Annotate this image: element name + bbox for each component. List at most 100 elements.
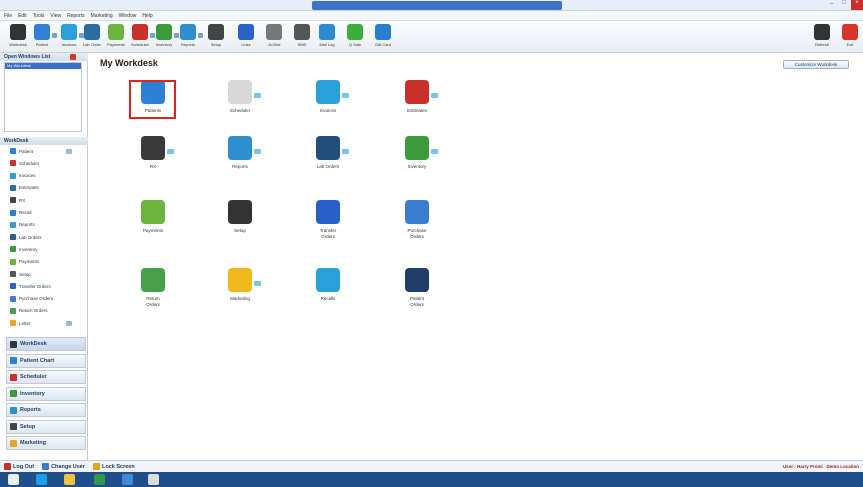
selection-highlight xyxy=(129,80,176,119)
setup-icon xyxy=(228,200,252,224)
dropdown-arrow-icon[interactable] xyxy=(254,281,261,286)
workdesk-item-patient[interactable]: Patient xyxy=(10,147,72,155)
nav-setup[interactable]: Setup xyxy=(6,419,86,434)
workdesk-item-icon xyxy=(10,209,16,216)
app-rx[interactable]: RX xyxy=(123,136,183,186)
menu-file[interactable]: File xyxy=(4,13,12,19)
q-sale-icon xyxy=(347,24,363,40)
app-window-icon[interactable] xyxy=(148,474,159,485)
workdesk-item-reports[interactable]: Reports xyxy=(10,221,35,229)
app-invoices[interactable]: Invoices xyxy=(298,80,358,130)
app-setup[interactable]: Setup xyxy=(210,200,270,250)
app-label: Payments xyxy=(142,228,163,233)
app-marketing[interactable]: Marketing xyxy=(210,268,270,318)
workdesk-item-inventory[interactable]: Inventory xyxy=(10,245,38,253)
inventory-icon xyxy=(405,136,429,160)
scheduler-icon xyxy=(228,80,252,104)
workdesk-item-payments[interactable]: Payments xyxy=(10,258,39,266)
nav-inventory[interactable]: Inventory xyxy=(6,386,86,401)
nav-workdesk[interactable]: WorkDesk xyxy=(6,337,86,351)
workdesk-item-estimates[interactable]: Estimates xyxy=(10,184,39,192)
dropdown-arrow-icon[interactable] xyxy=(66,320,72,326)
change-user-button[interactable]: Change User xyxy=(42,463,85,470)
toolbar-patient-button[interactable]: Patient xyxy=(30,23,54,51)
return-orders-icon xyxy=(141,268,165,292)
open-window-my-workdesk[interactable]: My Workdesk xyxy=(5,63,81,69)
toolbar-mail-button[interactable]: Mail Log xyxy=(315,23,339,51)
workdesk-item-lab-orders[interactable]: Lab Orders xyxy=(10,233,42,241)
toolbar-gift-card-button[interactable]: Gift Card xyxy=(371,23,395,51)
browser-icon[interactable] xyxy=(36,474,47,485)
change-user-icon xyxy=(42,463,50,470)
dropdown-arrow-icon[interactable] xyxy=(342,149,349,154)
nav-scheduler[interactable]: Scheduler xyxy=(6,370,86,384)
logout-button[interactable]: Log Out xyxy=(4,463,34,470)
window-title-bar: – □ × xyxy=(0,0,863,11)
app-reports[interactable]: Reports xyxy=(210,136,270,186)
workdesk-panel-title: WorkDesk xyxy=(0,137,88,145)
menu-marketing[interactable]: Marketing xyxy=(91,13,113,19)
refresh-icon xyxy=(814,24,830,40)
app-recalls[interactable]: Recalls xyxy=(298,268,358,318)
toolbar-reports-button[interactable]: Reports xyxy=(176,23,200,51)
dropdown-arrow-icon[interactable] xyxy=(198,33,203,38)
app-inventory[interactable]: Inventory xyxy=(387,136,447,186)
customize-workdesk-button[interactable]: Customize Workdesk xyxy=(783,60,849,69)
app-patient-orders[interactable]: Patient Orders xyxy=(387,268,447,318)
nav-marketing[interactable]: Marketing xyxy=(6,436,86,450)
app-return-orders[interactable]: Return Orders xyxy=(123,268,183,318)
toolbar-clock-button[interactable]: Jio'Dial xyxy=(262,23,286,51)
menu-reports[interactable]: Reports xyxy=(67,13,85,19)
workdesk-item-letter[interactable]: Letter xyxy=(10,319,72,327)
dropdown-arrow-icon[interactable] xyxy=(431,149,438,154)
workdesk-item-return-orders[interactable]: Return Orders xyxy=(10,307,48,315)
workdesk-item-recall[interactable]: Recall xyxy=(10,209,32,217)
toolbar-exit-button[interactable]: Exit xyxy=(838,23,862,51)
remote-connection-bar[interactable] xyxy=(312,1,562,10)
minimize-icon[interactable]: – xyxy=(830,1,833,7)
close-icon[interactable]: × xyxy=(851,0,863,10)
workdesk-item-rx[interactable]: RX xyxy=(10,196,25,204)
workdesk-item-scheduler[interactable]: Scheduler xyxy=(10,159,39,167)
app-icon[interactable] xyxy=(94,474,105,485)
workdesk-item-setup[interactable]: Setup xyxy=(10,270,31,278)
invoices-icon xyxy=(61,24,77,40)
file-explorer-icon[interactable] xyxy=(64,474,75,485)
status-bar: Log Out Change User Lock Screen User : H… xyxy=(0,460,863,472)
dropdown-arrow-icon[interactable] xyxy=(342,93,349,98)
toolbar-refresh-button[interactable]: Refresh xyxy=(810,23,834,51)
workdesk-item-label: Transfer Orders xyxy=(19,283,51,289)
menu-tools[interactable]: Tools xyxy=(33,13,45,19)
exit-icon xyxy=(842,24,858,40)
menu-window[interactable]: Window xyxy=(119,13,137,19)
toolbar-setup-button[interactable]: Setup xyxy=(204,23,228,51)
maximize-icon[interactable]: □ xyxy=(842,0,846,6)
app-transfer-orders[interactable]: Transfer Orders xyxy=(298,200,358,250)
dropdown-arrow-icon[interactable] xyxy=(431,93,438,98)
lab-orders-icon xyxy=(316,136,340,160)
app-estimates[interactable]: Estimates xyxy=(387,80,447,130)
dropdown-arrow-icon[interactable] xyxy=(254,93,261,98)
lock-screen-button[interactable]: Lock Screen xyxy=(93,463,135,470)
workdesk-item-invoices[interactable]: Invoices xyxy=(10,172,36,180)
toolbar-q-sale-button[interactable]: Q Sale xyxy=(343,23,367,51)
nav-patient-chart[interactable]: Patient Chart xyxy=(6,353,86,368)
menu-edit[interactable]: Edit xyxy=(18,13,27,19)
workdesk-item-purchase-orders[interactable]: Purchase Orders xyxy=(10,295,53,303)
app-purchase-orders[interactable]: Purchase Orders xyxy=(387,200,447,250)
app-payments[interactable]: Payments xyxy=(123,200,183,250)
patient-orders-icon xyxy=(405,268,429,292)
dropdown-arrow-icon[interactable] xyxy=(167,149,174,154)
close-open-windows-icon[interactable] xyxy=(70,54,76,60)
dropdown-arrow-icon[interactable] xyxy=(254,149,261,154)
remote-desktop-icon[interactable] xyxy=(122,474,133,485)
app-scheduler[interactable]: Scheduler xyxy=(210,80,270,130)
dropdown-arrow-icon[interactable] xyxy=(66,148,72,154)
menu-view[interactable]: View xyxy=(50,13,61,19)
start-icon[interactable] xyxy=(8,474,19,485)
toolbar-links-button[interactable]: Links xyxy=(234,23,258,51)
workdesk-item-transfer-orders[interactable]: Transfer Orders xyxy=(10,282,51,290)
app-lab-orders[interactable]: Lab Orders xyxy=(298,136,358,186)
menu-help[interactable]: Help xyxy=(142,13,152,19)
nav-reports[interactable]: Reports xyxy=(6,403,86,417)
